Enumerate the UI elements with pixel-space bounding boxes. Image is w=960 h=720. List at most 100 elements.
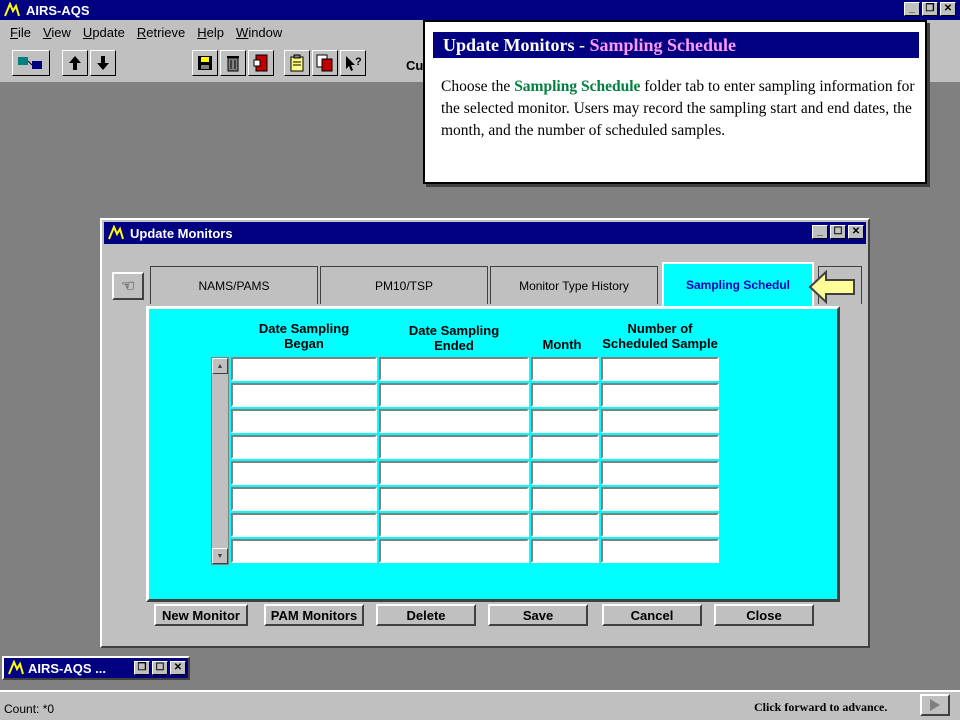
scroll-down-arrow-icon[interactable]: ▼ [212, 548, 228, 564]
date-ended-cell[interactable] [379, 461, 529, 485]
tab-label: Sampling Schedul [685, 278, 790, 292]
date-began-cell[interactable] [231, 539, 377, 563]
record-count: Count: *0 [4, 702, 55, 716]
minimized-airs-window[interactable]: AIRS-AQS ... ❐ ☐ ✕ [2, 656, 190, 680]
forward-icon[interactable] [920, 694, 950, 716]
pointer-arrow-icon [808, 269, 858, 307]
month-cell[interactable] [531, 513, 599, 537]
delete-button[interactable]: Delete [376, 604, 476, 626]
scroll-up-arrow-icon[interactable]: ▲ [212, 358, 228, 374]
window-app-icon [108, 225, 124, 241]
date-ended-cell[interactable] [379, 383, 529, 407]
app-title: AIRS-AQS [26, 2, 90, 18]
minimized-maximize-button[interactable]: ☐ [152, 661, 168, 675]
up-arrow-icon[interactable] [62, 50, 88, 76]
window-close-button[interactable]: ✕ [848, 225, 864, 239]
date-ended-cell[interactable] [379, 435, 529, 459]
menu-help[interactable]: Help [191, 25, 230, 40]
tab-nams-pams[interactable]: NAMS/PAMS [150, 266, 318, 304]
instruction-callout: Update Monitors - Sampling Schedule Choo… [423, 20, 927, 184]
menu-retrieve[interactable]: Retrieve [131, 25, 191, 40]
tab-monitor-type-history[interactable]: Monitor Type History [490, 266, 658, 304]
window-maximize-button[interactable]: ☐ [830, 225, 846, 239]
date-ended-cell[interactable] [379, 513, 529, 537]
advance-hint: Click forward to advance. [754, 700, 888, 714]
date-began-cell[interactable] [231, 435, 377, 459]
scheduled-samples-cell[interactable] [601, 539, 719, 563]
svg-text:?: ? [355, 56, 362, 68]
exit-icon[interactable] [248, 50, 274, 76]
close-button[interactable]: ✕ [940, 2, 956, 16]
menu-view[interactable]: View [37, 25, 77, 40]
scheduled-samples-cell[interactable] [601, 435, 719, 459]
month-cell[interactable] [531, 435, 599, 459]
toolbar-partial-label: Cu [406, 58, 424, 73]
month-cell[interactable] [531, 409, 599, 433]
clipboard-icon[interactable] [284, 50, 310, 76]
tab-pm10-tsp[interactable]: PM10/TSP [320, 266, 488, 304]
month-cell[interactable] [531, 461, 599, 485]
minimized-title: AIRS-AQS ... [28, 660, 107, 676]
save-icon[interactable] [192, 50, 218, 76]
date-ended-cell[interactable] [379, 409, 529, 433]
date-began-cell[interactable] [231, 461, 377, 485]
month-cell[interactable] [531, 357, 599, 381]
help-icon[interactable]: ? [340, 50, 366, 76]
date-ended-cell[interactable] [379, 357, 529, 381]
column-header-scheduled-samples: Number of Scheduled Sample [602, 321, 718, 351]
scheduled-samples-cell[interactable] [601, 383, 719, 407]
tab-label: NAMS/PAMS [198, 278, 270, 293]
scheduled-samples-cell[interactable] [601, 461, 719, 485]
connect-icon[interactable] [12, 50, 50, 76]
tab-sampling-schedule[interactable]: Sampling Schedul [662, 262, 814, 306]
minimized-app-icon [8, 660, 24, 676]
minimize-button[interactable]: _ [904, 2, 920, 16]
hand-pointer-icon[interactable]: ☜ [112, 272, 144, 300]
restore-button[interactable]: ❐ [922, 2, 938, 16]
column-header-date-began: Date Sampling Began [258, 321, 350, 351]
callout-body-pre: Choose the [441, 78, 515, 95]
month-cell[interactable] [531, 383, 599, 407]
window-title: Update Monitors [130, 225, 233, 241]
scheduled-samples-cell[interactable] [601, 357, 719, 381]
callout-title: Update Monitors - Sampling Schedule [433, 32, 919, 58]
date-began-cell[interactable] [231, 487, 377, 511]
minimized-restore-button[interactable]: ❐ [134, 661, 150, 675]
down-arrow-icon[interactable] [90, 50, 116, 76]
pam-monitors-button[interactable]: PAM Monitors [264, 604, 364, 626]
grid-vertical-scrollbar[interactable]: ▲ ▼ [211, 357, 229, 565]
window-minimize-button[interactable]: _ [812, 225, 828, 239]
app-icon [4, 2, 20, 18]
menu-update[interactable]: Update [77, 25, 131, 40]
menu-window[interactable]: Window [230, 25, 288, 40]
column-header-month: Month [542, 337, 582, 352]
date-began-cell[interactable] [231, 383, 377, 407]
menu-file[interactable]: File [4, 25, 37, 40]
date-began-cell[interactable] [231, 513, 377, 537]
date-ended-cell[interactable] [379, 539, 529, 563]
scheduled-samples-cell[interactable] [601, 409, 719, 433]
callout-title-accent: Sampling Schedule [589, 34, 737, 55]
update-monitors-window: Update Monitors _ ☐ ✕ ☜ NAMS/PAMS PM10/T… [100, 218, 870, 648]
callout-title-main: Update Monitors - [443, 34, 585, 55]
trash-icon[interactable] [220, 50, 246, 76]
new-monitor-button[interactable]: New Monitor [154, 604, 248, 626]
date-ended-cell[interactable] [379, 487, 529, 511]
sampling-schedule-panel: Date Sampling Began Date Sampling Ended Mo… [146, 306, 840, 602]
status-bar: Count: *0 Click forward to advance. [0, 690, 960, 720]
app-titlebar: AIRS-AQS _ ❐ ✕ [0, 0, 960, 20]
scheduled-samples-cell[interactable] [601, 487, 719, 511]
tab-label: Monitor Type History [519, 278, 629, 293]
date-began-cell[interactable] [231, 409, 377, 433]
close-window-button[interactable]: Close [714, 604, 814, 626]
month-cell[interactable] [531, 487, 599, 511]
minimized-close-button[interactable]: ✕ [170, 661, 186, 675]
scheduled-samples-cell[interactable] [601, 513, 719, 537]
date-began-cell[interactable] [231, 357, 377, 381]
copy-icon[interactable] [312, 50, 338, 76]
cancel-button[interactable]: Cancel [602, 604, 702, 626]
window-titlebar: Update Monitors _ ☐ ✕ [104, 222, 866, 244]
month-cell[interactable] [531, 539, 599, 563]
tab-label: PM10/TSP [374, 278, 434, 293]
save-button[interactable]: Save [488, 604, 588, 626]
